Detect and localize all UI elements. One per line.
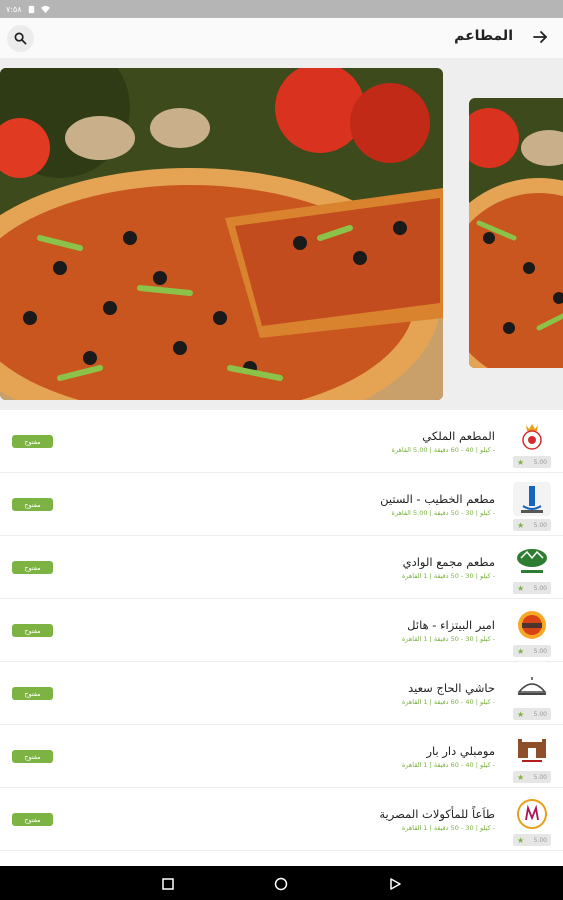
restaurant-logo [513, 734, 551, 768]
tower-logo-icon [521, 486, 543, 513]
rating-value: 5.00 [533, 836, 547, 844]
restaurant-row[interactable]: ★ 5.00 حاشي الحاج سعيد - كيلو | 40 - 60 د… [0, 662, 563, 725]
rating-value: 5.00 [533, 584, 547, 592]
status-badge: مفتوح [12, 750, 53, 763]
banner-slide[interactable] [0, 68, 443, 400]
status-bar: ٧:٥٨ [0, 0, 563, 18]
status-time: ٧:٥٨ [6, 4, 22, 14]
dome-logo-icon [517, 677, 547, 695]
rating-badge: ★ 5.00 [513, 582, 551, 594]
rating-badge: ★ 5.00 [513, 834, 551, 846]
star-icon: ★ [517, 583, 525, 593]
restaurant-name: امير البيتزاء - هائل [407, 618, 495, 632]
restaurant-row[interactable]: ★ 5.00 طاَعاً للمأكولات المصرية - كيلو | … [0, 788, 563, 851]
notification-icon [28, 5, 34, 13]
status-badge: مفتوح [12, 687, 53, 700]
star-icon: ★ [517, 709, 525, 719]
restaurant-meta: - كيلو | 40 - 60 دقيقة | 5.00 القاهرة [391, 446, 495, 454]
page-title: المطاعم [454, 28, 513, 44]
restaurant-logo [513, 482, 551, 516]
restaurant-name: طاَعاً للمأكولات المصرية [379, 807, 495, 821]
arrow-right-icon[interactable] [531, 28, 549, 46]
search-icon [14, 32, 27, 45]
restaurant-logo [513, 608, 551, 642]
rating-value: 5.00 [533, 710, 547, 718]
restaurant-meta: - كيلو | 30 - 50 دقيقة | 1 القاهرة [401, 635, 495, 643]
app-bar: المطاعم [0, 18, 563, 58]
status-badge: مفتوح [12, 813, 53, 826]
back-nav-icon[interactable] [388, 877, 402, 891]
restaurant-logo [513, 419, 551, 453]
valley-logo-icon [517, 549, 547, 573]
rating-badge: ★ 5.00 [513, 456, 551, 468]
restaurant-logo [513, 545, 551, 579]
gateway-logo-icon [518, 739, 546, 762]
rating-value: 5.00 [533, 647, 547, 655]
home-icon[interactable] [274, 877, 288, 891]
rating-value: 5.00 [533, 773, 547, 781]
star-icon: ★ [517, 646, 525, 656]
status-badge: مفتوح [12, 624, 53, 637]
restaurant-meta: - كيلو | 30 - 50 دقيقة | 1 القاهرة [401, 572, 495, 580]
restaurant-meta: - كيلو | 30 - 50 دقيقة | 5.00 القاهرة [391, 509, 495, 517]
restaurant-row[interactable]: ★ 5.00 مطعم الخطيب - الستين - كيلو | 30 -… [0, 473, 563, 536]
crown-logo-icon [522, 424, 542, 450]
restaurant-name: حاشي الحاج سعيد [408, 681, 495, 695]
restaurant-name: المطعم الملكي [422, 429, 495, 443]
restaurant-row[interactable]: ★ 5.00 المطعم الملكي - كيلو | 40 - 60 دقي… [0, 410, 563, 473]
rating-badge: ★ 5.00 [513, 645, 551, 657]
rating-badge: ★ 5.00 [513, 771, 551, 783]
wifi-icon [40, 5, 50, 13]
star-icon: ★ [517, 520, 525, 530]
restaurant-logo [513, 797, 551, 831]
search-button[interactable] [7, 25, 34, 52]
taste-logo-icon [517, 799, 547, 829]
system-nav-bar [0, 866, 563, 900]
pizza-prince-logo-icon [518, 611, 546, 639]
restaurant-row[interactable]: ★ 5.00 مطعم مجمع الوادي - كيلو | 30 - 50 … [0, 536, 563, 599]
status-badge: مفتوح [12, 498, 53, 511]
restaurant-meta: - كيلو | 40 - 60 دقيقة | 1 القاهرة [401, 698, 495, 706]
restaurant-name: مومبلي دار بار [426, 744, 495, 758]
restaurant-meta: - كيلو | 30 - 50 دقيقة | 1 القاهرة [401, 824, 495, 832]
rating-badge: ★ 5.00 [513, 708, 551, 720]
restaurant-meta: - كيلو | 40 - 60 دقيقة | 1 القاهرة [401, 761, 495, 769]
status-badge: مفتوح [12, 435, 53, 448]
star-icon: ★ [517, 835, 525, 845]
restaurant-row[interactable]: ★ 5.00 مومبلي دار بار - كيلو | 40 - 60 دق… [0, 725, 563, 788]
star-icon: ★ [517, 772, 525, 782]
star-icon: ★ [517, 457, 525, 467]
restaurant-logo [513, 671, 551, 705]
banner-slide-next[interactable] [469, 98, 563, 368]
rating-badge: ★ 5.00 [513, 519, 551, 531]
pizza-banner-image [0, 68, 443, 400]
restaurant-name: مطعم مجمع الوادي [402, 555, 495, 569]
pizza-banner-image [469, 98, 563, 368]
restaurant-row[interactable]: ★ 5.00 امير البيتزاء - هائل - كيلو | 30 -… [0, 599, 563, 662]
status-badge: مفتوح [12, 561, 53, 574]
rating-value: 5.00 [533, 458, 547, 466]
restaurant-name: مطعم الخطيب - الستين [380, 492, 495, 506]
banner-carousel[interactable] [0, 58, 563, 410]
recents-icon[interactable] [161, 877, 175, 891]
rating-value: 5.00 [533, 521, 547, 529]
restaurant-list: ★ 5.00 المطعم الملكي - كيلو | 40 - 60 دقي… [0, 410, 563, 866]
